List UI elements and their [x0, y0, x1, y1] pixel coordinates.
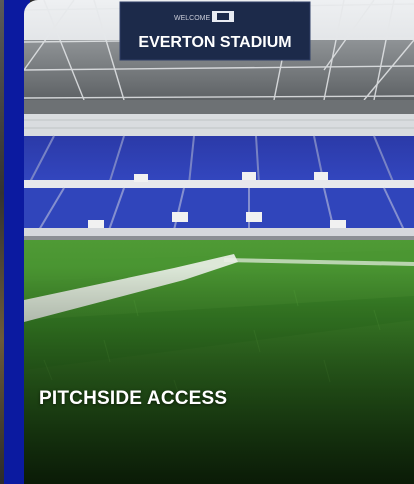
card-title[interactable]: PITCHSIDE ACCESS: [39, 388, 227, 410]
stadium-photo: WELCOME TO EVERTON STADIUM: [24, 0, 414, 484]
crest-icon: [212, 11, 234, 22]
pitchside-access-card[interactable]: WELCOME TO EVERTON STADIUM: [24, 0, 414, 484]
page: WELCOME TO EVERTON STADIUM PITCHSIDE ACC…: [0, 0, 414, 484]
banner-stadium-name: EVERTON STADIUM: [138, 34, 291, 51]
